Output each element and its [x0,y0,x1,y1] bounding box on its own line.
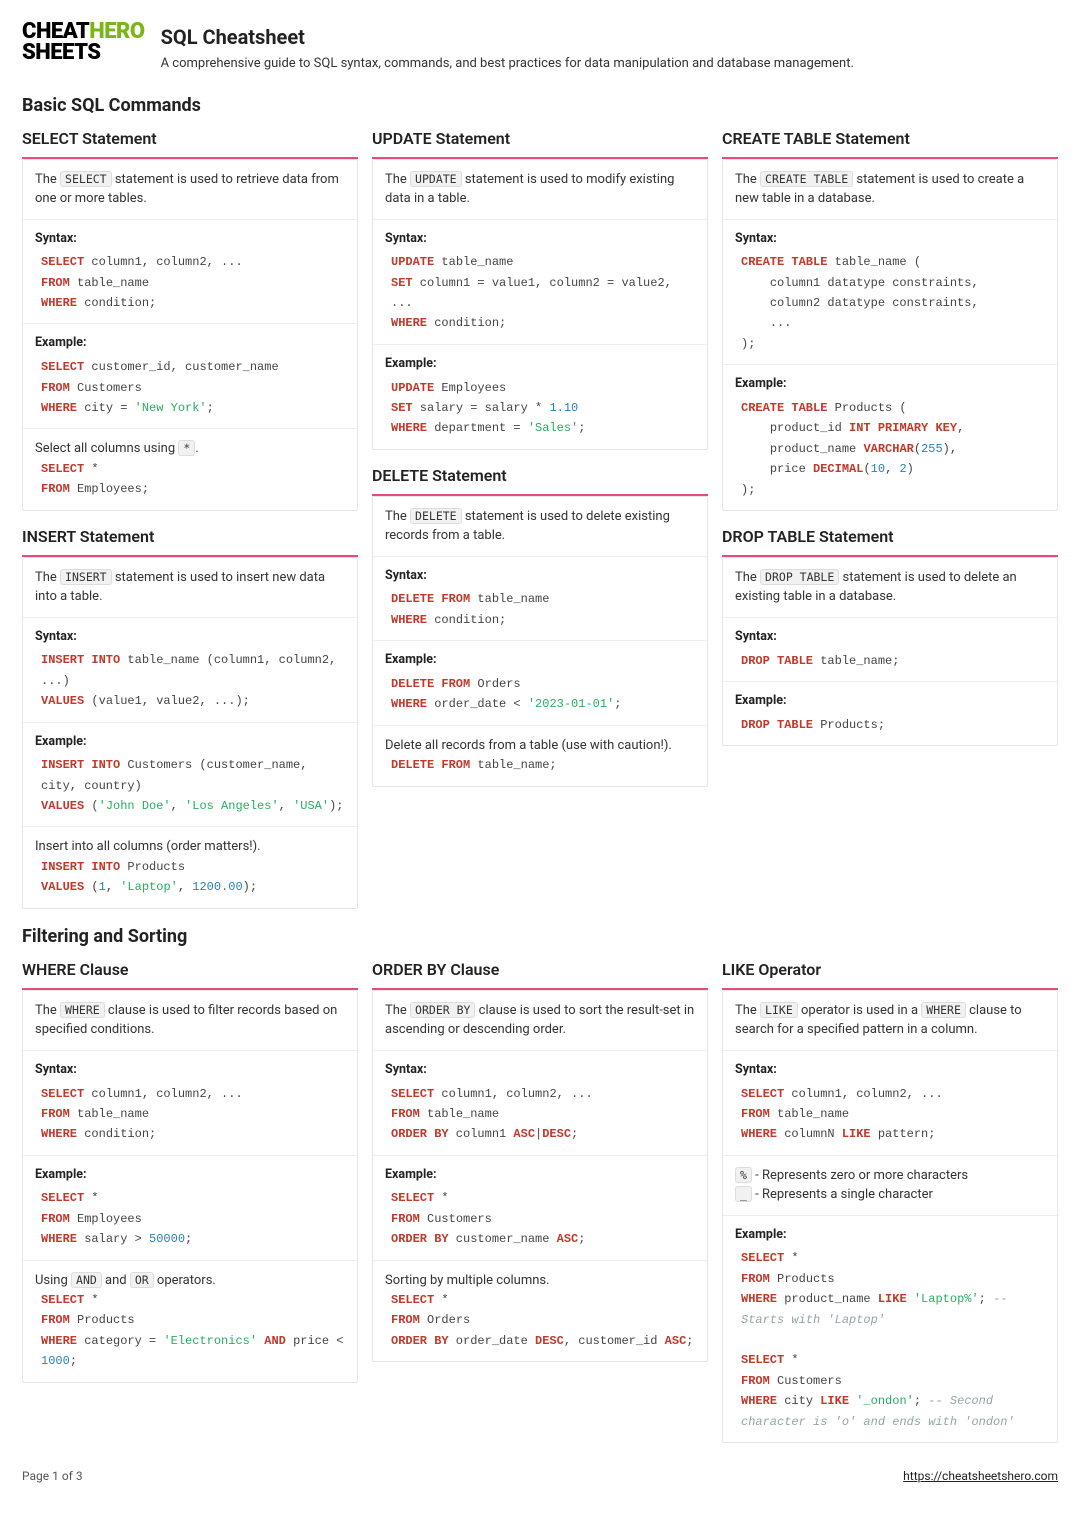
card-insert: INSERT Statement The INSERT statement is… [22,525,358,909]
card-title: CREATE TABLE Statement [722,127,1058,159]
code-block: SELECT column1, column2, ... FROM table_… [385,1084,695,1145]
code-block: UPDATE table_name SET column1 = value1, … [385,252,695,334]
example-label: Example: [35,334,345,353]
code-block: DROP TABLE table_name; [735,651,1045,671]
card-drop: DROP TABLE Statement The DROP TABLE stat… [722,525,1058,746]
code-block: DROP TABLE Products; [735,715,1045,735]
code-block: DELETE FROM table_name; [385,755,695,775]
card-desc: The SELECT statement is used to retrieve… [35,170,345,209]
page-footer: Page 1 of 3 https://cheatsheetshero.com [22,1467,1058,1485]
syntax-label: Syntax: [35,628,345,647]
title-block: SQL Cheatsheet A comprehensive guide to … [161,22,854,74]
note: Delete all records from a table (use wit… [385,736,695,756]
code-block: UPDATE Employees SET salary = salary * 1… [385,378,695,439]
syntax-label: Syntax: [35,230,345,249]
example-label: Example: [35,1166,345,1185]
card-desc: The CREATE TABLE statement is used to cr… [735,170,1045,209]
example-label: Example: [35,733,345,752]
card-desc: The LIKE operator is used in a WHERE cla… [735,1001,1045,1040]
example-label: Example: [735,1226,1045,1245]
card-delete: DELETE Statement The DELETE statement is… [372,464,708,787]
example-label: Example: [735,375,1045,394]
example-label: Example: [385,1166,695,1185]
code-block: SELECT * FROM Employees WHERE salary > 5… [35,1188,345,1249]
wildcard-note: % - Represents zero or more characters [735,1166,1045,1186]
syntax-label: Syntax: [735,230,1045,249]
card-title: LIKE Operator [722,958,1058,990]
note: Select all columns using *. [35,439,345,459]
card-title: DROP TABLE Statement [722,525,1058,557]
code-block: DELETE FROM table_name WHERE condition; [385,589,695,630]
card-title: ORDER BY Clause [372,958,708,990]
code-block: SELECT * FROM Customers ORDER BY custome… [385,1188,695,1249]
code-block: CREATE TABLE table_name ( column1 dataty… [735,252,1045,354]
syntax-label: Syntax: [385,567,695,586]
card-desc: The UPDATE statement is used to modify e… [385,170,695,209]
syntax-label: Syntax: [35,1061,345,1080]
code-block: SELECT column1, column2, ... FROM table_… [35,1084,345,1145]
card-title: SELECT Statement [22,127,358,159]
syntax-label: Syntax: [385,1061,695,1080]
wildcard-note: _ - Represents a single character [735,1185,1045,1205]
code-block: SELECT customer_id, customer_name FROM C… [35,357,345,418]
card-select: SELECT Statement The SELECT statement is… [22,127,358,511]
note: Using AND and OR operators. [35,1271,345,1291]
code-block: CREATE TABLE Products ( product_id INT P… [735,398,1045,500]
page-indicator: Page 1 of 3 [22,1467,83,1485]
code-block: SELECT * FROM Orders ORDER BY order_date… [385,1290,695,1351]
code-block: INSERT INTO Products VALUES (1, 'Laptop'… [35,857,345,898]
logo-text: SHEETS [22,40,101,65]
card-title: WHERE Clause [22,958,358,990]
card-create: CREATE TABLE Statement The CREATE TABLE … [722,127,1058,511]
page-header: CHEATHERO SHEETS SQL Cheatsheet A compre… [22,22,1058,74]
card-update: UPDATE Statement The UPDATE statement is… [372,127,708,450]
logo: CHEATHERO SHEETS [22,22,145,64]
code-block: SELECT * FROM Employees; [35,459,345,500]
note: Insert into all columns (order matters!)… [35,837,345,857]
section-grid: SELECT Statement The SELECT statement is… [22,127,1058,909]
card-title: INSERT Statement [22,525,358,557]
code-block: SELECT column1, column2, ... FROM table_… [35,252,345,313]
page-subtitle: A comprehensive guide to SQL syntax, com… [161,54,854,74]
example-label: Example: [385,355,695,374]
code-block: INSERT INTO table_name (column1, column2… [35,650,345,711]
card-desc: The DROP TABLE statement is used to dele… [735,568,1045,607]
code-block: SELECT column1, column2, ... FROM table_… [735,1084,1045,1145]
source-link[interactable]: https://cheatsheetshero.com [903,1467,1058,1485]
code-block: INSERT INTO Customers (customer_name, ci… [35,755,345,816]
example-label: Example: [735,692,1045,711]
section-grid: WHERE Clause The WHERE clause is used to… [22,958,1058,1443]
section-heading: Filtering and Sorting [22,923,1058,950]
code-block: SELECT * FROM Products WHERE product_nam… [735,1248,1045,1432]
card-like: LIKE Operator The LIKE operator is used … [722,958,1058,1443]
card-title: UPDATE Statement [372,127,708,159]
card-desc: The WHERE clause is used to filter recor… [35,1001,345,1040]
code-block: SELECT * FROM Products WHERE category = … [35,1290,345,1372]
card-desc: The INSERT statement is used to insert n… [35,568,345,607]
card-desc: The ORDER BY clause is used to sort the … [385,1001,695,1040]
syntax-label: Syntax: [385,230,695,249]
syntax-label: Syntax: [735,1061,1045,1080]
card-where: WHERE Clause The WHERE clause is used to… [22,958,358,1383]
note: Sorting by multiple columns. [385,1271,695,1291]
page-title: SQL Cheatsheet [161,22,854,52]
card-orderby: ORDER BY Clause The ORDER BY clause is u… [372,958,708,1363]
code-block: DELETE FROM Orders WHERE order_date < '2… [385,674,695,715]
syntax-label: Syntax: [735,628,1045,647]
section-heading: Basic SQL Commands [22,92,1058,119]
example-label: Example: [385,651,695,670]
card-desc: The DELETE statement is used to delete e… [385,507,695,546]
card-title: DELETE Statement [372,464,708,496]
